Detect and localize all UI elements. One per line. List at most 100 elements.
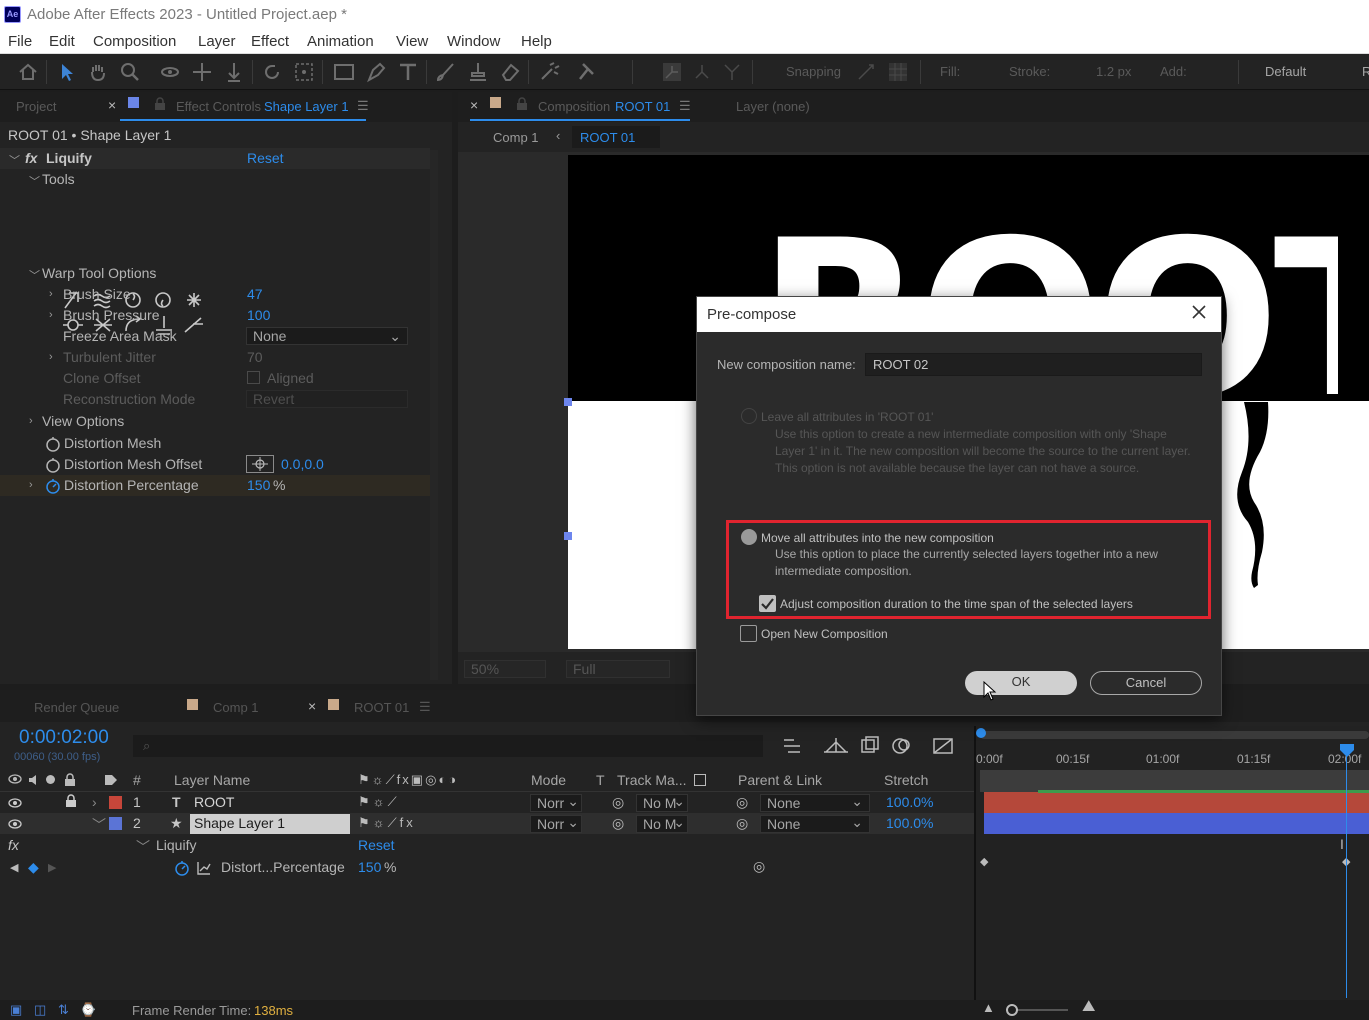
chevron-right-icon[interactable]: ›: [49, 309, 53, 321]
home-icon[interactable]: [16, 60, 40, 84]
work-area-start-handle[interactable]: [976, 728, 986, 738]
transfer-controls-icon[interactable]: ◫: [34, 1002, 46, 1018]
keyframe-icon[interactable]: ◆: [980, 855, 988, 868]
graph-icon[interactable]: [196, 860, 212, 876]
workspace-next[interactable]: R: [1362, 64, 1369, 79]
point-target-icon[interactable]: [246, 455, 274, 473]
panel-menu-icon[interactable]: ☰: [357, 98, 369, 114]
panel-menu-icon[interactable]: ☰: [419, 699, 431, 715]
timecode[interactable]: 0:00:02:00: [19, 727, 109, 749]
brush-tool-icon[interactable]: [434, 60, 458, 84]
tab-project[interactable]: Project: [16, 99, 56, 114]
tab-layer[interactable]: Layer (none): [736, 99, 810, 114]
work-area-bar[interactable]: [980, 731, 1369, 739]
stretch-value[interactable]: 100.0%: [886, 815, 933, 831]
effect-row[interactable]: fx ﹀ Liquify Reset: [0, 835, 975, 856]
snap-edges-icon[interactable]: [854, 60, 878, 84]
add-keyframe-icon[interactable]: ◆: [28, 859, 39, 876]
menu-composition[interactable]: Composition: [93, 33, 176, 50]
stopwatch-icon[interactable]: [45, 457, 61, 473]
layer-switches[interactable]: ⚑☼⟋: [358, 794, 400, 810]
adjust-duration-label[interactable]: Adjust composition duration to the time …: [780, 596, 1133, 613]
distortion-percentage-value[interactable]: 150: [247, 477, 270, 493]
workspace-default[interactable]: Default: [1265, 64, 1306, 79]
menu-help[interactable]: Help: [521, 33, 552, 50]
stroke-width[interactable]: 1.2 px: [1096, 64, 1131, 79]
effect-liquify-row[interactable]: ﹀ fx Liquify Reset: [0, 148, 430, 169]
time-ruler[interactable]: 0:00f 00:15f 01:00f 01:15f 02:00f: [976, 744, 1369, 768]
property-row[interactable]: ◀ ◆ ▶ Distort...Percentage 150 % ◎: [0, 857, 975, 878]
close-icon[interactable]: ×: [308, 698, 316, 714]
chevron-down-icon[interactable]: ﹀: [29, 173, 40, 189]
expression-pickwhip-icon[interactable]: ◎: [753, 858, 765, 875]
crumb-root[interactable]: ROOT 01: [580, 130, 635, 145]
roto-brush-icon[interactable]: [538, 60, 562, 84]
track-matte-dropdown[interactable]: No M ⌄: [636, 814, 688, 833]
close-icon[interactable]: ×: [108, 97, 116, 113]
table-row[interactable]: ﹀ 2 ★ Shape Layer 1 ⚑☼⟋fx Norr ⌄ ◎ No M ⌄ …: [0, 813, 975, 834]
next-keyframe-icon[interactable]: ▶: [48, 861, 56, 874]
pan-tool-icon[interactable]: [190, 60, 214, 84]
reset-link[interactable]: Reset: [247, 150, 284, 166]
parent-pickwhip-icon[interactable]: ◎: [736, 815, 748, 832]
eraser-tool-icon[interactable]: [498, 60, 522, 84]
adjust-duration-checkbox[interactable]: [759, 595, 776, 612]
comp-name-input[interactable]: [865, 353, 1202, 376]
track-matte-dropdown[interactable]: No M ⌄: [636, 793, 688, 812]
transform-handle[interactable]: [564, 532, 572, 540]
pickwhip-icon[interactable]: ◎: [612, 794, 624, 811]
menu-file[interactable]: File: [8, 33, 32, 50]
freeze-mask-dropdown[interactable]: None ⌄: [246, 327, 408, 345]
chevron-down-icon[interactable]: ﹀: [9, 152, 20, 168]
eye-icon[interactable]: [8, 818, 22, 830]
layer-switches-icon[interactable]: ▣: [10, 1002, 22, 1018]
rotate-tool-icon[interactable]: [260, 60, 284, 84]
effect-panel-scrollbar[interactable]: [430, 150, 438, 680]
tab-root01[interactable]: ROOT 01: [354, 700, 409, 715]
menu-window[interactable]: Window: [447, 33, 500, 50]
layer-bar-shape[interactable]: [984, 813, 1369, 834]
brush-size-value[interactable]: 47: [247, 286, 263, 302]
open-new-comp-label[interactable]: Open New Composition: [761, 626, 888, 643]
ok-button[interactable]: OK: [965, 671, 1077, 695]
stopwatch-active-icon[interactable]: [174, 860, 190, 876]
parent-pickwhip-icon[interactable]: ◎: [736, 794, 748, 811]
tab-composition[interactable]: Composition: [538, 99, 610, 114]
fx-icon[interactable]: fx: [25, 150, 37, 166]
mode-dropdown[interactable]: Norr ⌄: [530, 793, 582, 812]
pan-behind-icon[interactable]: [292, 60, 316, 84]
pickwhip-icon[interactable]: ◎: [612, 815, 624, 832]
lock-icon[interactable]: [65, 794, 77, 808]
warp-tool-options-group[interactable]: ﹀ Warp Tool Options: [0, 263, 430, 284]
chevron-down-icon[interactable]: ﹀: [92, 815, 106, 835]
open-new-comp-checkbox[interactable]: [740, 625, 757, 642]
snap-grid-icon[interactable]: [886, 60, 910, 84]
parent-dropdown[interactable]: None ⌄: [760, 814, 870, 833]
tab-comp-name[interactable]: ROOT 01: [615, 99, 670, 114]
menu-effect[interactable]: Effect: [251, 33, 289, 50]
brush-pressure-row[interactable]: › Brush Pressure 100: [0, 305, 430, 326]
chevron-right-icon[interactable]: ›: [29, 415, 33, 427]
zoom-dropdown[interactable]: 50%: [464, 660, 546, 678]
layer-search-input[interactable]: ⌕: [133, 735, 763, 757]
world-axis-icon[interactable]: [690, 60, 714, 84]
timeline-track-area[interactable]: 0:00f 00:15f 01:00f 01:15f 02:00f ◆ ◆ I: [974, 726, 1369, 1000]
zoom-slider-handle[interactable]: [1006, 1004, 1018, 1016]
menu-layer[interactable]: Layer: [198, 33, 236, 50]
label-color[interactable]: [109, 817, 122, 830]
menu-animation[interactable]: Animation: [307, 33, 374, 50]
pen-tool-icon[interactable]: [364, 60, 388, 84]
hand-tool-icon[interactable]: [86, 60, 110, 84]
chevron-right-icon[interactable]: ›: [29, 479, 33, 491]
zoom-out-icon[interactable]: ▲: [982, 1000, 995, 1015]
local-axis-icon[interactable]: [660, 60, 684, 84]
prev-keyframe-icon[interactable]: ◀: [10, 861, 18, 874]
effect-reset-link[interactable]: Reset: [358, 837, 395, 853]
selection-tool-icon[interactable]: [54, 60, 78, 84]
stretch-value[interactable]: 100.0%: [886, 794, 933, 810]
mesh-offset-value[interactable]: 0.0,0.0: [281, 456, 324, 472]
layer-switches[interactable]: ⚑☼⟋fx: [358, 815, 416, 831]
distortion-percentage-row[interactable]: › Distortion Percentage 150 %: [0, 475, 430, 496]
in-out-icon[interactable]: ⇅: [58, 1002, 69, 1018]
orbit-tool-icon[interactable]: [158, 60, 182, 84]
